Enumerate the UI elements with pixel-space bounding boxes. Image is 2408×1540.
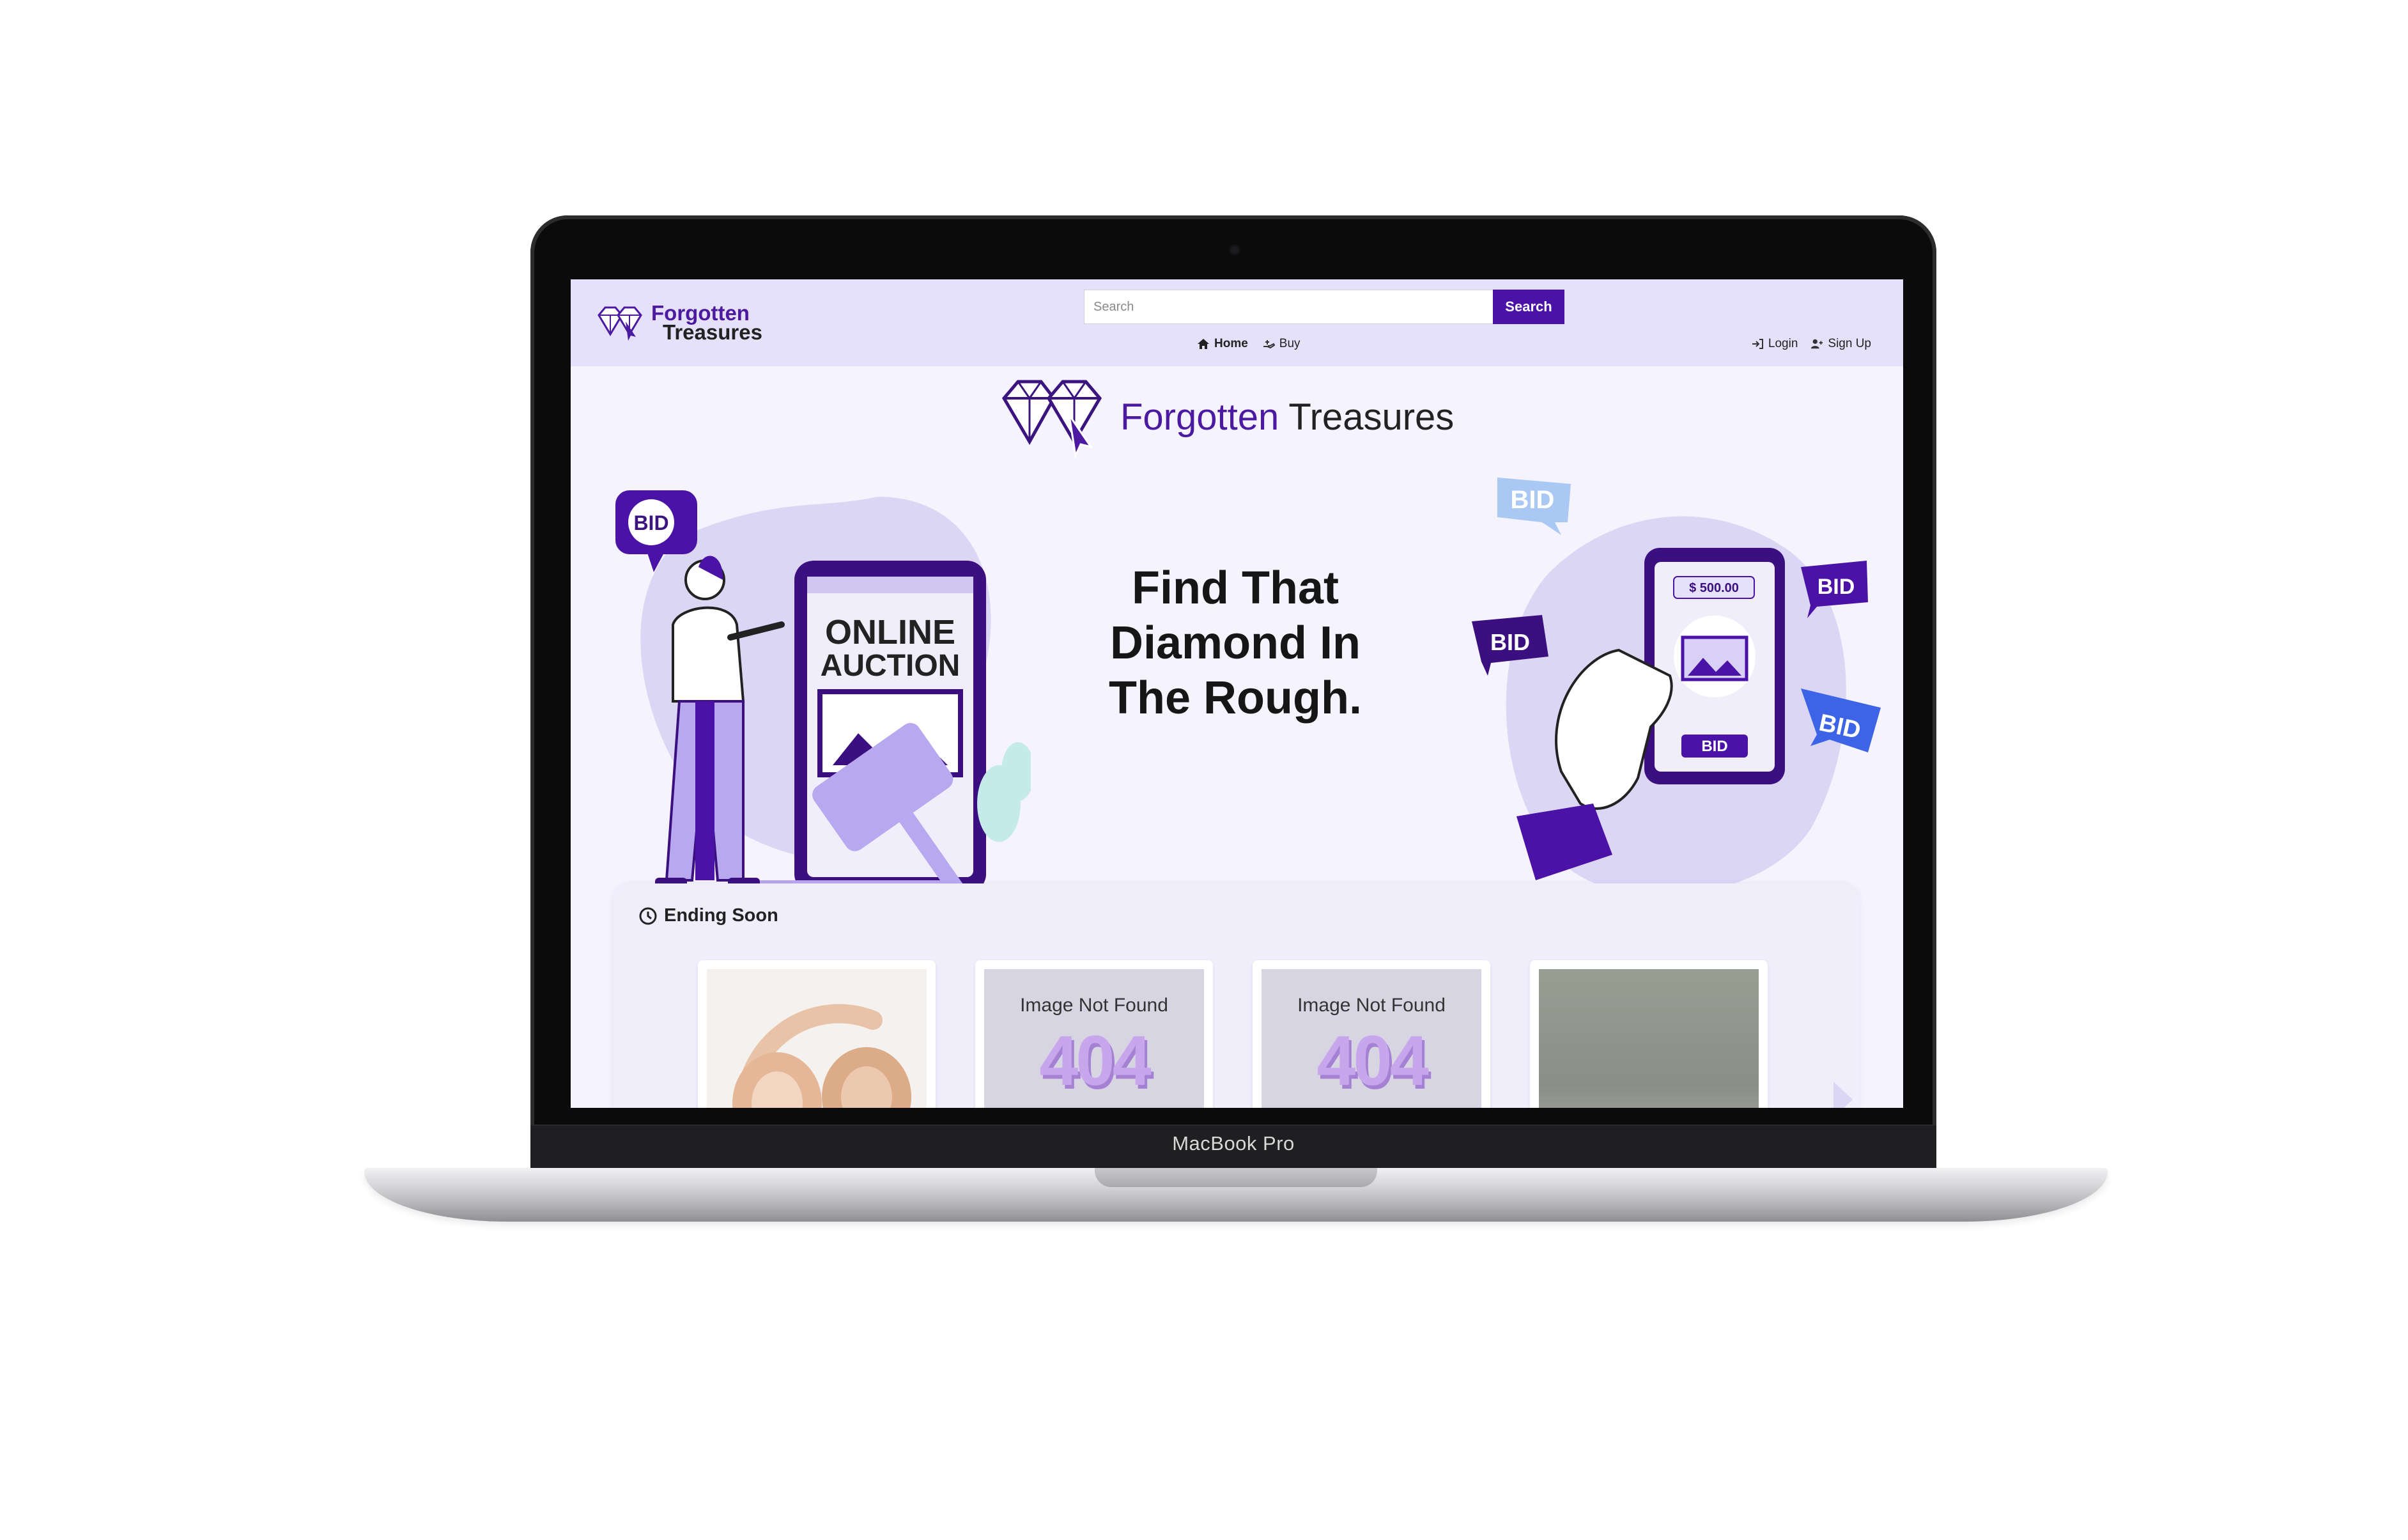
diamond-logo-icon	[598, 306, 642, 341]
ending-soon-title: Ending Soon	[664, 905, 778, 926]
camera-dot	[1231, 246, 1239, 254]
main-nav: Home Buy	[1197, 337, 1300, 351]
error-404-graphic: 404	[1316, 1022, 1429, 1100]
logo-text: Forgotten Treasures	[651, 302, 762, 344]
carousel-next-arrow[interactable]	[1833, 1082, 1853, 1108]
home-icon	[1198, 339, 1209, 349]
headphones-image	[707, 969, 927, 1108]
laptop-notch	[1095, 1168, 1377, 1187]
clock-icon	[639, 907, 657, 924]
search-bar: Search	[1084, 290, 1564, 324]
hero-title-line: Find That	[1132, 563, 1339, 614]
signup-label: Sign Up	[1828, 337, 1871, 350]
bezel-bottom: MacBook Pro	[530, 1124, 1936, 1168]
hand-money-icon	[1263, 340, 1275, 349]
nav-home[interactable]: Home	[1197, 337, 1248, 351]
nav-buy[interactable]: Buy	[1262, 337, 1300, 351]
auction-card[interactable]: Image Not Found 404	[1253, 960, 1490, 1108]
browser-screen: Forgotten Treasures Search Home Buy Logi…	[571, 279, 1903, 1108]
diamond-logo-icon	[1001, 380, 1102, 458]
site-logo[interactable]: Forgotten Treasures	[596, 302, 762, 344]
ending-soon-section: Ending Soon Image Not Found 404 Image No…	[613, 883, 1859, 1108]
price-text: $ 500.00	[1689, 581, 1739, 595]
auction-card[interactable]	[1530, 960, 1768, 1108]
hero-title-line: Diamond In	[1110, 618, 1361, 669]
phone-text-line2: AUCTION	[821, 649, 961, 683]
bid-tag-text: BID	[1511, 486, 1555, 514]
search-button[interactable]: Search	[1493, 290, 1564, 324]
image-not-found: Image Not Found 404	[984, 969, 1204, 1108]
laptop-base	[364, 1168, 2108, 1222]
grey-photo	[1539, 969, 1759, 1108]
hero-title: Find That Diamond In The Rough.	[1056, 561, 1414, 726]
navbar: Forgotten Treasures Search Home Buy Logi…	[571, 279, 1903, 366]
nav-buy-label: Buy	[1279, 337, 1300, 350]
signup-link[interactable]: Sign Up	[1810, 337, 1871, 351]
headphones-photo	[707, 969, 927, 1108]
logo-line2: Treasures	[663, 320, 762, 344]
auction-card[interactable]	[698, 960, 936, 1108]
image-not-found: Image Not Found 404	[1262, 969, 1481, 1108]
hero-brand-text: Forgotten Treasures	[1120, 396, 1454, 439]
search-input[interactable]	[1084, 290, 1493, 324]
phone-bid-button-text: BID	[1701, 738, 1727, 755]
bid-tag-text: BID	[1490, 629, 1530, 655]
phone-text-line1: ONLINE	[825, 613, 955, 651]
bid-tag-text: BID	[1818, 575, 1855, 599]
auction-card[interactable]: Image Not Found 404	[975, 960, 1213, 1108]
hero-title-line: The Rough.	[1109, 673, 1362, 724]
brand-word2: Treasures	[1288, 396, 1455, 438]
bid-bubble-text: BID	[633, 511, 668, 534]
bid-tag: BID	[1497, 478, 1571, 535]
image-not-found-label: Image Not Found	[1020, 995, 1168, 1016]
ending-soon-heading: Ending Soon	[638, 905, 778, 926]
hero-brand: Forgotten Treasures	[1000, 375, 1454, 458]
login-label: Login	[1768, 337, 1798, 350]
brand-word1: Forgotten	[1120, 396, 1279, 438]
bid-tag: BID	[1801, 561, 1868, 618]
user-plus-icon	[1811, 339, 1823, 349]
sign-in-icon	[1752, 339, 1763, 349]
login-link[interactable]: Login	[1751, 337, 1798, 351]
device-model-label: MacBook Pro	[1172, 1132, 1295, 1155]
bid-tag: BID	[1801, 688, 1881, 752]
auth-links: Login Sign Up	[1751, 337, 1871, 351]
image-not-found-label: Image Not Found	[1297, 995, 1446, 1016]
nav-home-label: Home	[1214, 337, 1248, 350]
error-404-graphic: 404	[1039, 1022, 1152, 1100]
